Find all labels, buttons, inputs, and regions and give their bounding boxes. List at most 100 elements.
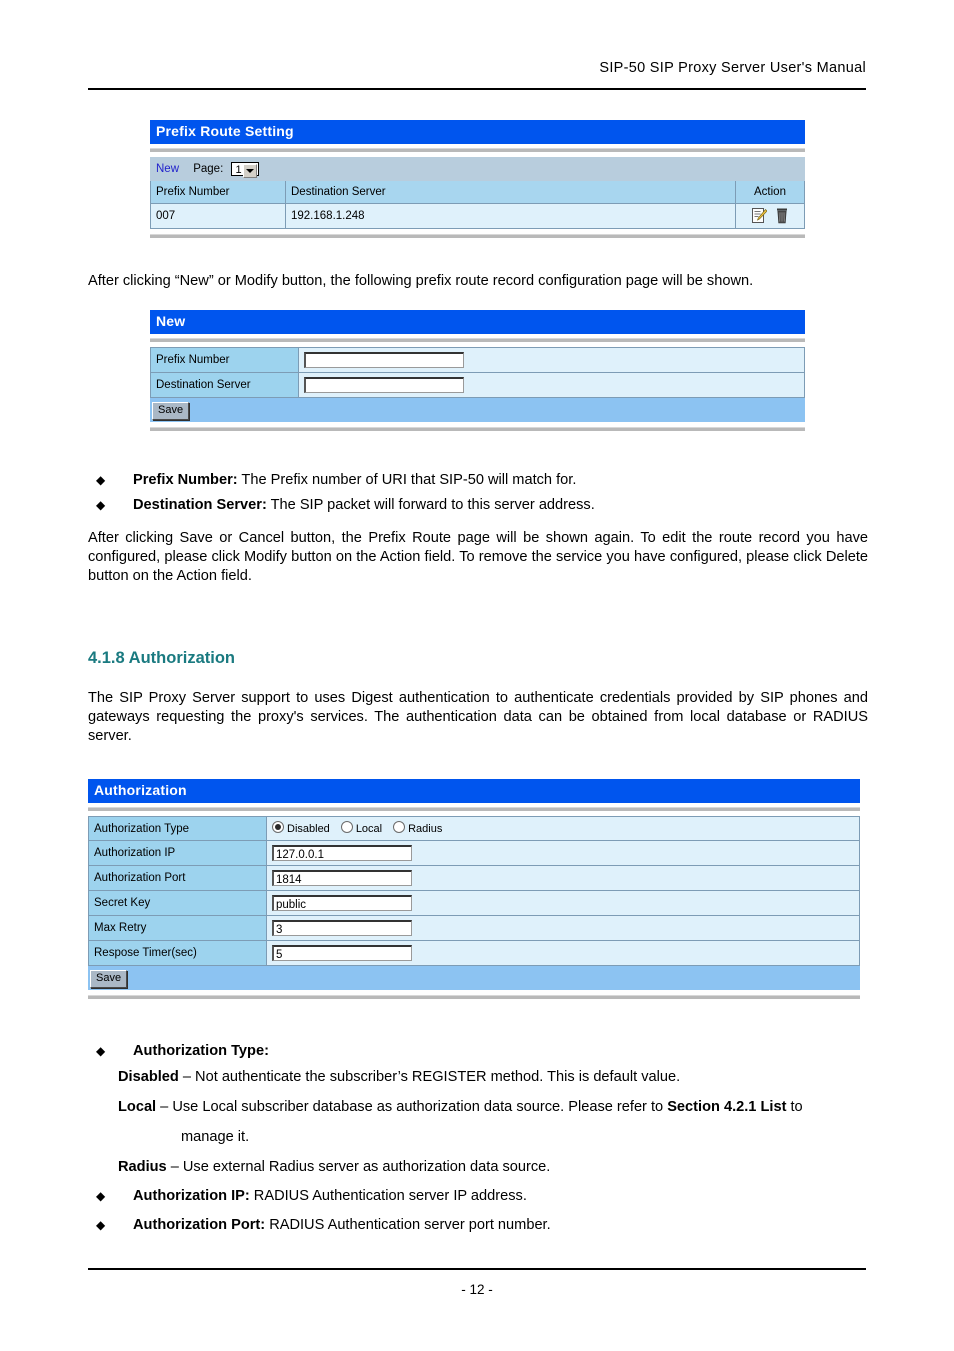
cell-destination-server: 192.168.1.248: [285, 203, 736, 230]
max-retry-input[interactable]: 3: [272, 920, 412, 936]
column-header-prefix-number: Prefix Number: [150, 180, 286, 205]
field-row-destination-server: Destination Server: [150, 372, 805, 398]
field-row-respose-timer: Respose Timer(sec) 5: [88, 940, 860, 966]
cell-actions: [734, 203, 806, 230]
bullet-diamond-icon: ◆: [96, 1189, 106, 1203]
paragraph-after-prefix: After clicking “New” or Modify button, t…: [88, 273, 754, 289]
prefix-number-input[interactable]: [304, 352, 464, 368]
modify-icon[interactable]: [751, 208, 768, 224]
bullet-desc-prefix-number: The Prefix number of URI that SIP-50 wil…: [237, 472, 577, 488]
destination-server-input[interactable]: [304, 377, 464, 393]
bullet-desc-destination-server: The SIP packet will forward to this serv…: [266, 497, 595, 513]
bullet-desc-authorization-port: RADIUS Authentication server port number…: [265, 1217, 551, 1233]
sub-desc-local-continuation: manage it.: [181, 1129, 250, 1145]
bullet-authorization-type: ◆ Authorization Type:: [96, 1042, 868, 1061]
section-intro-paragraph: The SIP Proxy Server support to uses Dig…: [88, 690, 868, 744]
prefix-route-table: New Page: 1 Prefix Number Destination Se…: [150, 156, 806, 230]
radio-label-disabled[interactable]: Disabled: [287, 823, 330, 835]
field-cell-destination-server: [298, 372, 805, 398]
field-cell-respose-timer: 5: [266, 940, 860, 966]
field-label-authorization-ip: Authorization IP: [88, 840, 267, 866]
paragraph-after-new: After clicking Save or Cancel button, th…: [88, 530, 868, 584]
field-row-authorization-port: Authorization Port 1814: [88, 865, 860, 891]
sub-desc-radius: – Use external Radius server as authoriz…: [166, 1159, 551, 1175]
save-button[interactable]: Save: [90, 970, 128, 988]
prefix-route-panel: Prefix Route Setting New Page: 1 Prefix …: [150, 120, 806, 239]
authorization-panel-title: Authorization: [88, 779, 860, 803]
sub-term-local: Local: [118, 1099, 157, 1115]
authorization-panel: Authorization Authorization Type Disable…: [88, 779, 860, 999]
page-number: - 12 -: [461, 1282, 493, 1297]
prefix-route-header-row: Prefix Number Destination Server Action: [150, 180, 806, 205]
bullet-diamond-icon: ◆: [96, 473, 106, 487]
bullet-destination-server: ◆ Destination Server: The SIP packet wil…: [96, 496, 868, 515]
sub-desc-local-pre: – Use Local subscriber database as autho…: [156, 1099, 668, 1115]
field-row-authorization-ip: Authorization IP 127.0.0.1: [88, 840, 860, 866]
page-select[interactable]: 1: [231, 162, 260, 178]
new-panel-bottom-divider: [150, 427, 805, 431]
authorization-bottom-divider: [88, 995, 860, 999]
header-divider: [88, 88, 866, 90]
bullet-prefix-number: ◆ Prefix Number: The Prefix number of UR…: [96, 471, 868, 490]
field-row-max-retry: Max Retry 3: [88, 915, 860, 941]
field-cell-authorization-port: 1814: [266, 865, 860, 891]
new-panel-title: New: [150, 310, 805, 334]
field-label-authorization-type: Authorization Type: [88, 816, 267, 841]
radio-label-radius[interactable]: Radius: [408, 823, 442, 835]
page-title: 4.1.8 Authorization: [88, 649, 235, 667]
field-row-prefix-number: Prefix Number: [150, 347, 805, 373]
bullet-diamond-icon: ◆: [96, 1218, 106, 1232]
chevron-down-icon[interactable]: [243, 164, 258, 178]
sub-ref-local: Section 4.2.1 List: [667, 1099, 787, 1115]
field-label-max-retry: Max Retry: [88, 915, 267, 941]
respose-timer-input[interactable]: 5: [272, 945, 412, 961]
sub-desc-disabled: – Not authenticate the subscriber’s REGI…: [178, 1069, 681, 1085]
bullet-authorization-ip: ◆ Authorization IP: RADIUS Authenticatio…: [96, 1187, 868, 1206]
radio-label-local[interactable]: Local: [356, 823, 382, 835]
field-cell-authorization-ip: 127.0.0.1: [266, 840, 860, 866]
delete-icon[interactable]: [776, 208, 788, 224]
field-label-respose-timer: Respose Timer(sec): [88, 940, 267, 966]
save-button[interactable]: Save: [152, 402, 190, 420]
sub-term-disabled: Disabled: [118, 1069, 179, 1085]
sub-item-local: Local – Use Local subscriber database as…: [118, 1098, 868, 1117]
sub-item-disabled: Disabled – Not authenticate the subscrib…: [118, 1068, 868, 1087]
sub-item-local-continuation: manage it.: [181, 1128, 871, 1147]
new-record-table: Prefix Number Destination Server: [150, 347, 805, 398]
table-row: 007 192.168.1.248: [150, 203, 806, 230]
column-header-destination-server: Destination Server: [285, 180, 736, 205]
bullet-desc-authorization-ip: RADIUS Authentication server IP address.: [249, 1188, 527, 1204]
field-label-authorization-port: Authorization Port: [88, 865, 267, 891]
field-label-prefix-number: Prefix Number: [150, 347, 299, 373]
field-row-authorization-type: Authorization Type Disabled Local Radius: [88, 816, 860, 841]
sub-term-radius: Radius: [118, 1159, 167, 1175]
field-cell-prefix-number: [298, 347, 805, 373]
document-header-title: SIP-50 SIP Proxy Server User's Manual: [599, 60, 866, 76]
bullet-term-authorization-ip: Authorization IP:: [133, 1188, 250, 1204]
radio-disabled[interactable]: [272, 821, 284, 833]
bullet-diamond-icon: ◆: [96, 498, 106, 512]
page-selector-label: Page:: [193, 163, 224, 176]
new-record-link[interactable]: New: [156, 163, 179, 175]
document-header: SIP-50 SIP Proxy Server User's Manual: [88, 60, 866, 76]
authorization-type-radio-group: Disabled Local Radius: [272, 821, 453, 835]
bullet-term-authorization-port: Authorization Port:: [133, 1217, 266, 1233]
authorization-ip-input[interactable]: 127.0.0.1: [272, 845, 412, 861]
radio-local[interactable]: [340, 821, 353, 833]
authorization-port-input[interactable]: 1814: [272, 870, 412, 886]
bullet-term-prefix-number: Prefix Number:: [133, 472, 238, 488]
authorization-save-bar: Save: [88, 966, 860, 990]
radio-radius[interactable]: [393, 821, 406, 833]
secret-key-input[interactable]: public: [272, 895, 412, 911]
column-header-action: Action: [734, 180, 806, 205]
field-cell-authorization-type: Disabled Local Radius: [266, 816, 860, 841]
prefix-route-toolbar: New Page: 1: [150, 156, 805, 182]
page-select-value: 1: [235, 164, 242, 176]
new-panel-save-bar: Save: [150, 398, 805, 422]
authorization-table: Authorization Type Disabled Local Radius A…: [88, 816, 860, 966]
field-cell-max-retry: 3: [266, 915, 860, 941]
cell-prefix-number: 007: [150, 203, 286, 230]
bullet-authorization-port: ◆ Authorization Port: RADIUS Authenticat…: [96, 1216, 868, 1235]
field-label-secret-key: Secret Key: [88, 890, 267, 916]
prefix-route-panel-title: Prefix Route Setting: [150, 120, 805, 144]
